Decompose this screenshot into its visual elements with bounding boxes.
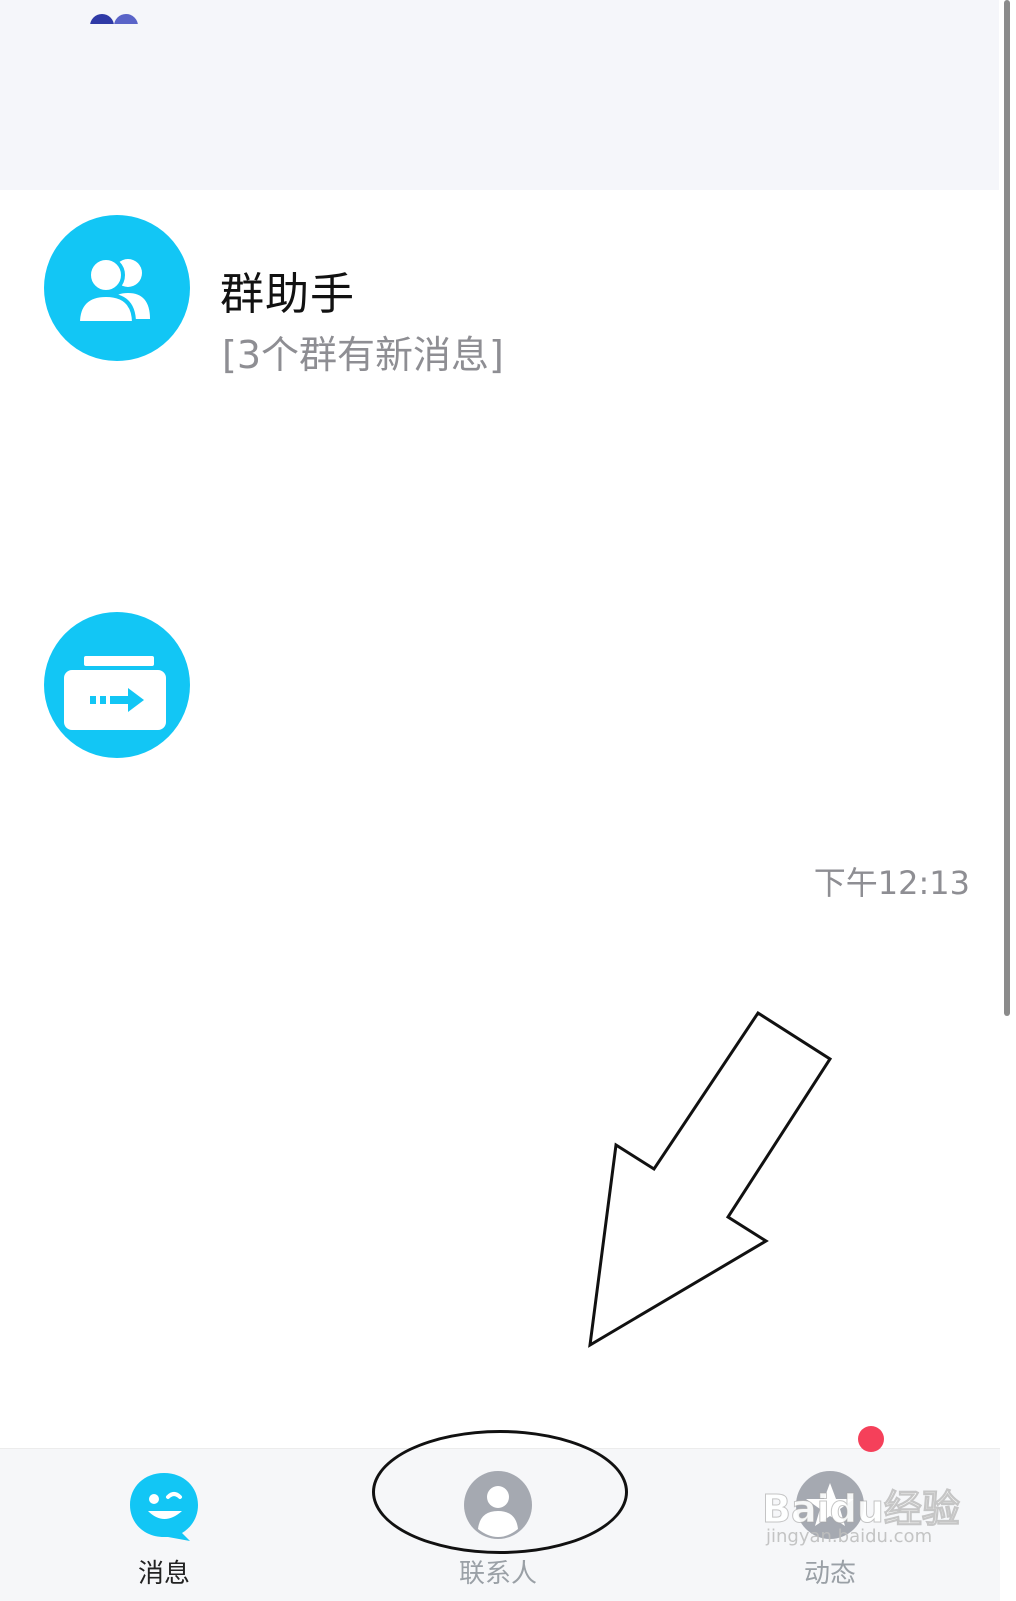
conversation-item-file-transfer[interactable] <box>0 600 990 800</box>
file-transfer-icon <box>64 656 166 730</box>
conversation-title: 群助手 <box>220 269 355 320</box>
conversation-preview: [3个群有新消息] <box>222 333 504 377</box>
tab-label-messages: 消息 <box>137 1559 190 1589</box>
conversation-item-group-assistant[interactable]: 群助手 [3个群有新消息] <box>0 210 990 410</box>
tab-moments[interactable]: 动态 <box>730 1449 930 1601</box>
conversation-time: 下午12:13 <box>813 864 970 902</box>
tab-messages[interactable]: 消息 <box>64 1449 264 1601</box>
group-assistant-avatar <box>44 215 190 361</box>
top-header-area <box>0 0 1000 190</box>
partial-header-icon <box>88 0 148 24</box>
annotation-ellipse <box>372 1430 628 1554</box>
scrollbar[interactable] <box>999 0 1016 1600</box>
scrollbar-thumb[interactable] <box>1004 0 1010 1016</box>
annotation-arrow <box>588 1010 833 1348</box>
file-transfer-avatar <box>44 612 190 758</box>
tab-label-moments: 动态 <box>803 1559 856 1589</box>
moments-star-icon <box>796 1471 864 1539</box>
tab-label-contacts: 联系人 <box>458 1559 537 1589</box>
messages-smiley-icon <box>130 1473 198 1541</box>
moments-notification-badge <box>858 1426 884 1452</box>
group-assistant-icon <box>75 256 150 325</box>
